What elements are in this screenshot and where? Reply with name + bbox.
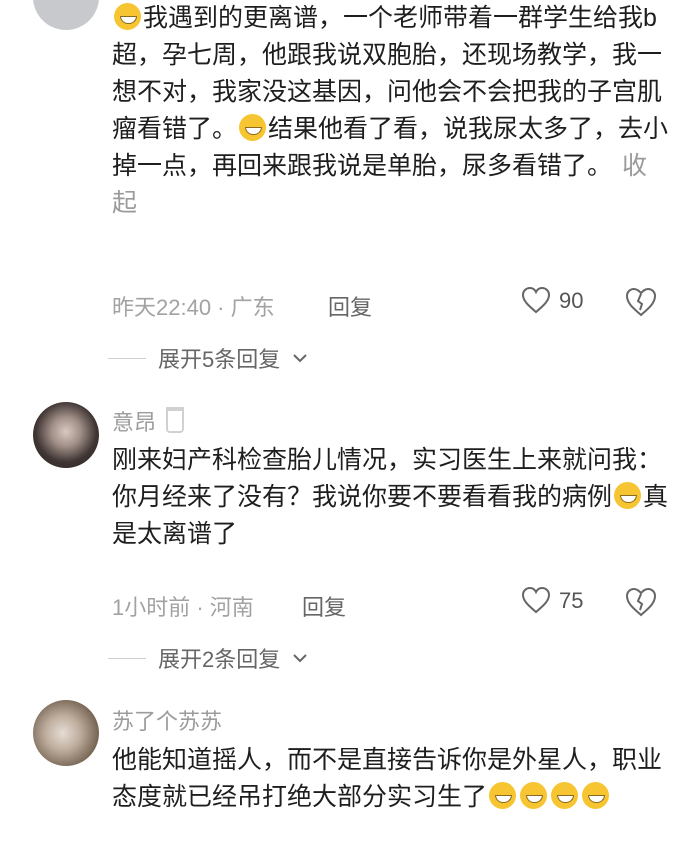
heart-icon (521, 287, 551, 314)
comment-meta: 昨天22:40 · 广东 (112, 295, 275, 320)
username[interactable]: 苏了个苏苏 (112, 704, 222, 736)
comment-text: 我遇到的更离谱，一个老师带着一群学生给我b超，孕七周，他跟我说双胞胎，还现场教学… (112, 3, 669, 217)
avatar[interactable] (33, 402, 99, 468)
comment-text: 刚来妇产科检查胎儿情况，实习医生上来就问我：你月经来了没有？我说你要不要看看我的… (112, 446, 669, 548)
reply-button[interactable]: 回复 (328, 290, 372, 322)
chevron-down-icon (293, 654, 307, 663)
reply-button[interactable]: 回复 (302, 590, 346, 622)
like-button[interactable]: 90 (521, 287, 583, 314)
expand-replies[interactable]: 展开5条回复 (108, 342, 308, 374)
laugh-cry-emoji-icon (551, 782, 579, 809)
comment-text: 他能知道摇人，而不是直接告诉你是外星人，职业态度就已经吊打绝大部分实习生了 (112, 746, 663, 811)
divider-line (108, 657, 146, 659)
grin-sweat-emoji-icon (239, 114, 267, 141)
divider-line (108, 357, 146, 359)
chevron-down-icon (293, 354, 307, 363)
cup-icon (166, 407, 185, 433)
avatar[interactable] (33, 700, 99, 766)
comment-meta: 1小时前 · 河南 (112, 595, 254, 620)
expand-replies[interactable]: 展开2条回复 (108, 642, 308, 674)
laugh-cry-emoji-icon (582, 782, 610, 809)
laugh-cry-emoji-icon (489, 782, 517, 809)
heart-icon (521, 587, 551, 614)
like-count: 75 (559, 587, 584, 613)
smile-emoji-icon (114, 3, 141, 30)
laugh-cry-emoji-icon (520, 782, 548, 809)
avatar[interactable] (33, 0, 99, 30)
username[interactable]: 意昂 (112, 405, 185, 437)
broken-heart-icon[interactable] (624, 287, 658, 317)
grin-sweat-emoji-icon (614, 482, 642, 509)
like-count: 90 (559, 287, 584, 313)
like-button[interactable]: 75 (521, 587, 583, 614)
broken-heart-icon[interactable] (624, 587, 658, 617)
